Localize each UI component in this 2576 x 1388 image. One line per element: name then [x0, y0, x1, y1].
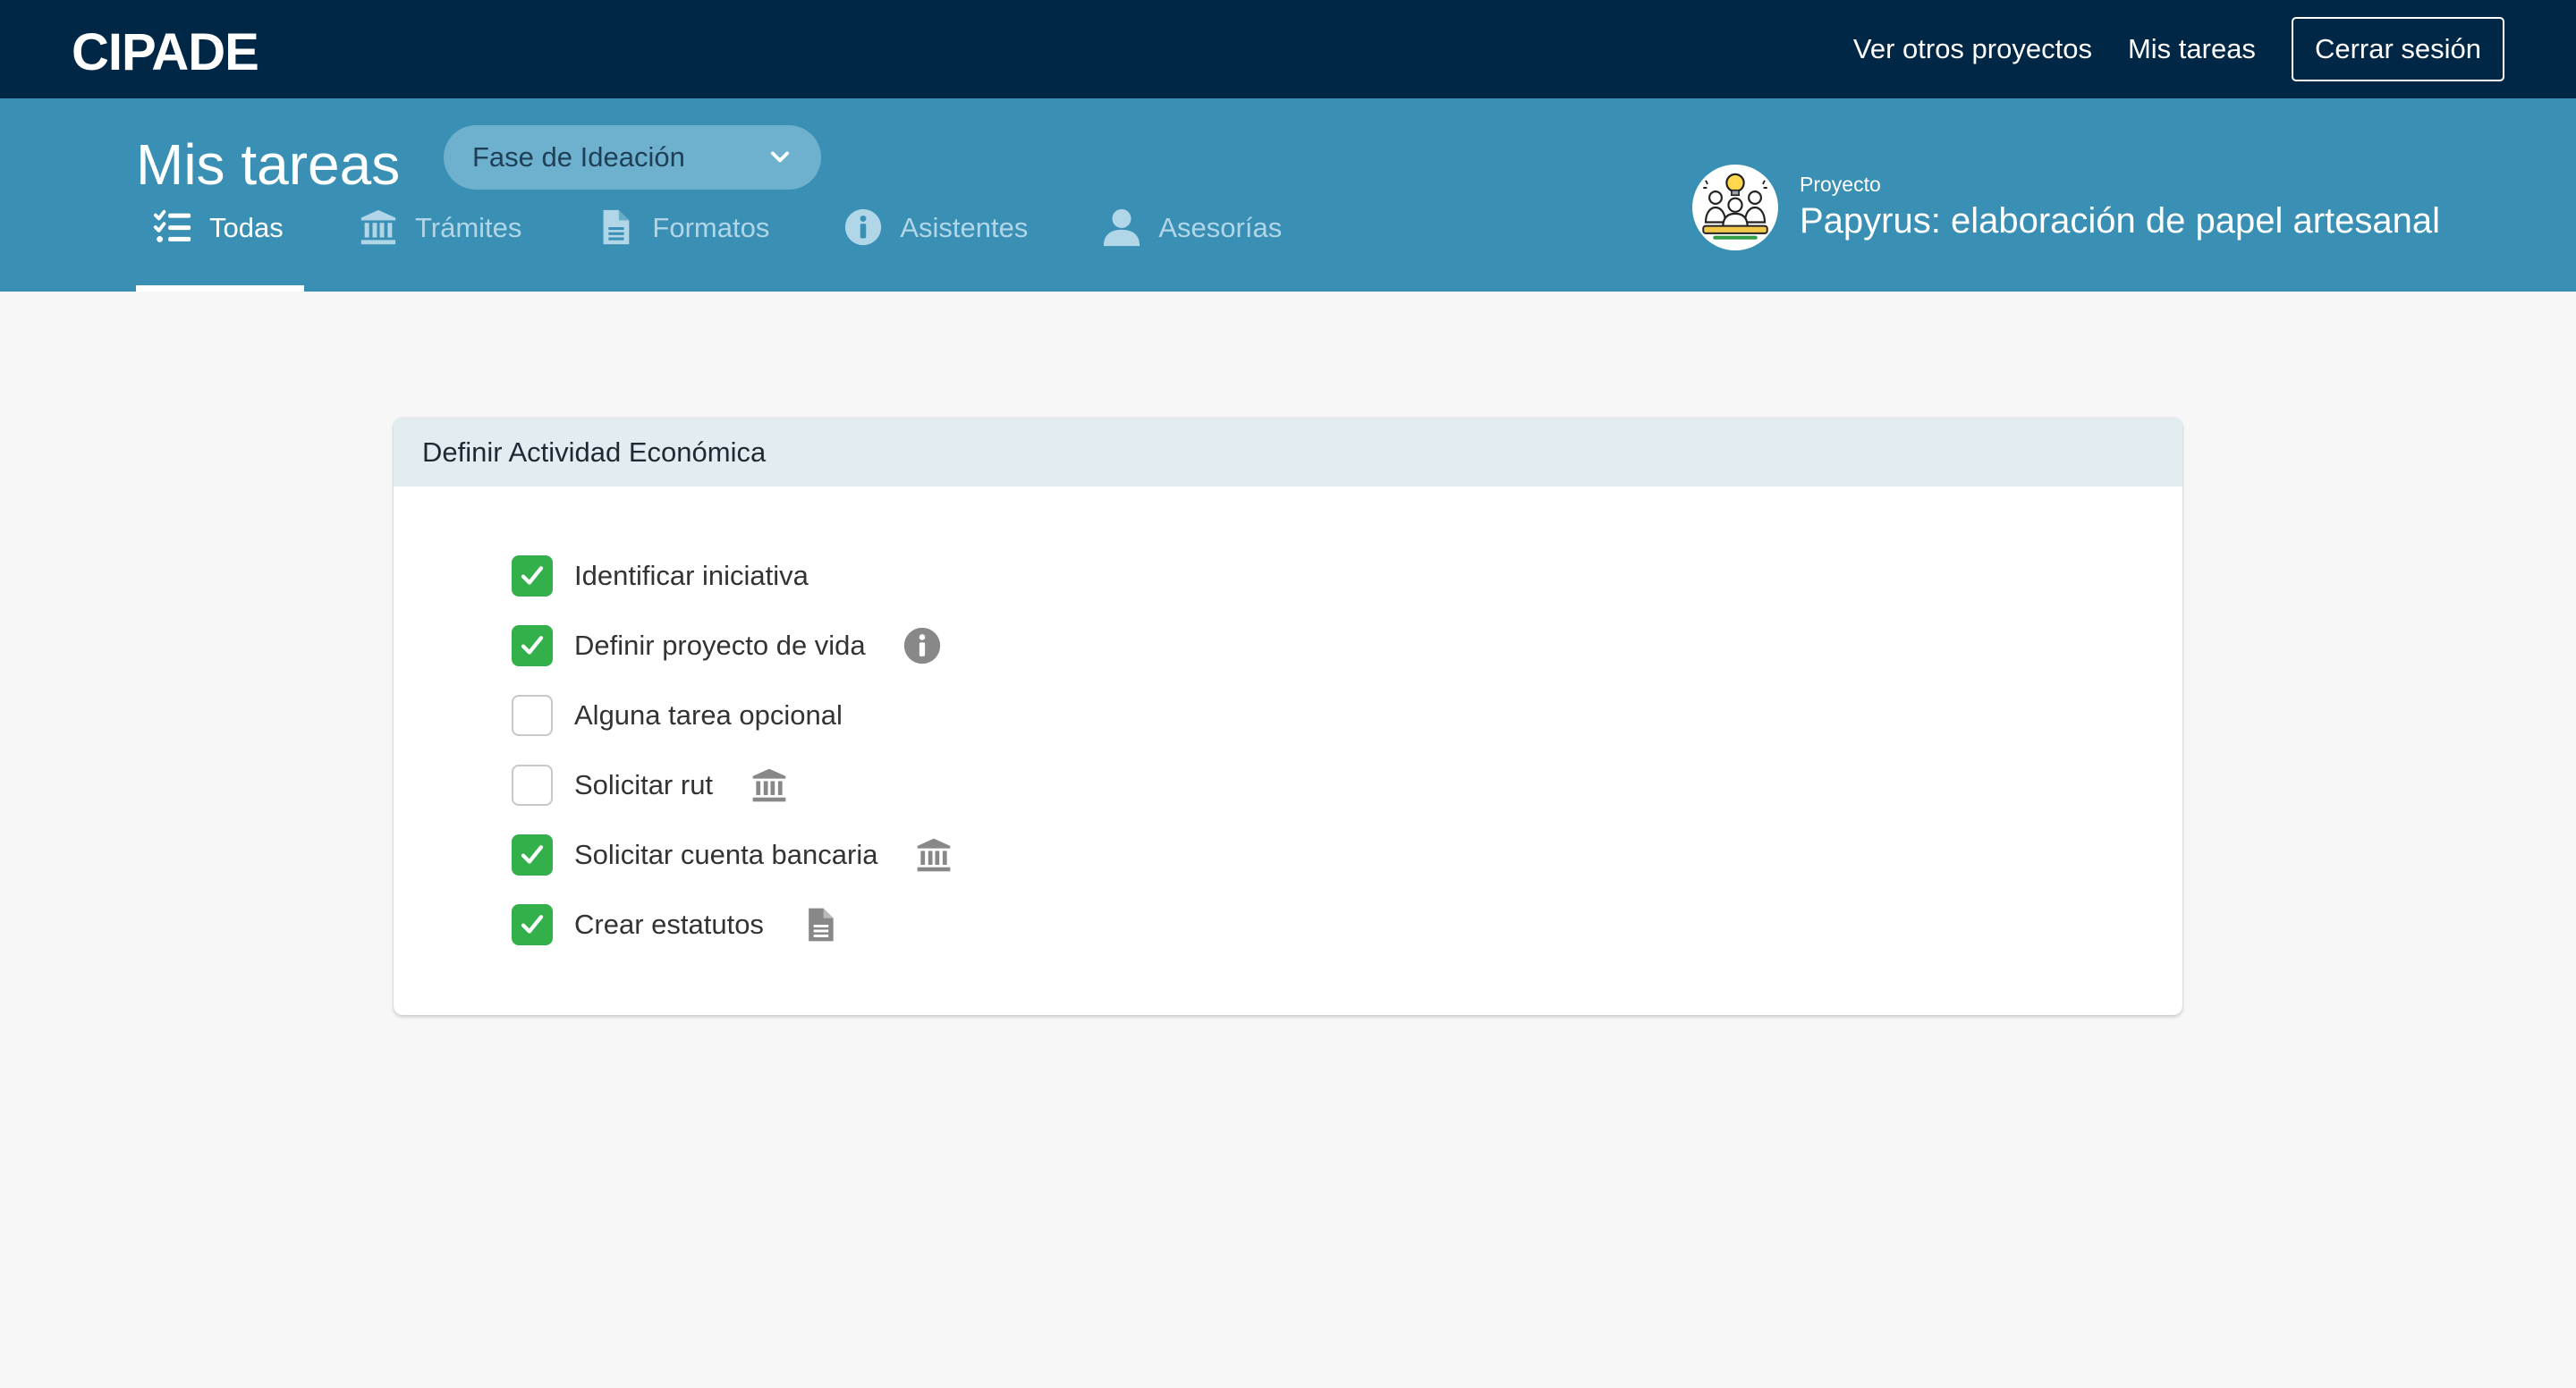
tab-tramites[interactable]: Trámites [340, 209, 539, 292]
task-checkbox[interactable] [512, 765, 553, 806]
checkmark-icon [521, 915, 544, 934]
task-item: Alguna tarea opcional [512, 681, 954, 750]
task-checkbox[interactable] [512, 555, 553, 597]
task-checkbox[interactable] [512, 904, 553, 945]
task-label: Alguna tarea opcional [574, 699, 843, 731]
bank-icon [752, 768, 786, 802]
brand-logo[interactable]: CIPADE [72, 24, 259, 81]
task-procedure-button[interactable] [913, 834, 954, 876]
team-idea-icon [1702, 173, 1768, 240]
tab-todas[interactable]: Todas [136, 209, 304, 292]
page-title: Mis tareas [136, 132, 401, 197]
task-label: Crear estatutos [574, 909, 764, 940]
bank-icon [918, 838, 951, 872]
document-icon [604, 209, 630, 245]
tab-formatos[interactable]: Formatos [577, 209, 787, 292]
tab-asesorias[interactable]: Asesorías [1083, 208, 1300, 292]
tab-label: Todas [209, 212, 284, 243]
bank-icon [360, 209, 396, 245]
info-icon [903, 627, 940, 664]
tab-label: Asesorías [1158, 212, 1283, 243]
checkmark-icon [521, 845, 544, 864]
task-list: Identificar iniciativa Definir proyecto … [512, 541, 954, 960]
tab-label: Formatos [652, 212, 770, 243]
project-label: Proyecto [1800, 173, 1881, 196]
task-group-title: Definir Actividad Económica [394, 418, 2182, 487]
info-icon [845, 208, 882, 246]
task-item: Crear estatutos [512, 890, 954, 960]
phase-select[interactable]: Fase de Ideación [444, 125, 821, 190]
nav-link-other-projects[interactable]: Ver otros proyectos [1853, 33, 2092, 65]
task-label: Solicitar rut [574, 769, 714, 800]
project-name[interactable]: Papyrus: elaboración de papel artesanal [1800, 198, 2440, 244]
task-label: Definir proyecto de vida [574, 630, 866, 661]
user-icon [1104, 208, 1140, 247]
document-icon [809, 908, 834, 942]
nav-link-my-tasks[interactable]: Mis tareas [2128, 33, 2256, 65]
task-item: Identificar iniciativa [512, 541, 954, 611]
task-item: Definir proyecto de vida [512, 611, 954, 681]
tab-label: Trámites [415, 212, 522, 243]
task-item: Solicitar rut [512, 750, 954, 820]
task-checkbox[interactable] [512, 695, 553, 736]
tab-asistentes[interactable]: Asistentes [825, 208, 1046, 292]
task-item: Solicitar cuenta bancaria [512, 820, 954, 890]
current-project: Proyecto Papyrus: elaboración de papel a… [1692, 163, 2440, 252]
logout-button[interactable]: Cerrar sesión [2291, 17, 2504, 81]
task-tabs: Todas Trámites Formatos Asistentes Aseso… [136, 208, 1337, 292]
task-format-button[interactable] [800, 904, 841, 945]
task-info-button[interactable] [902, 625, 943, 666]
top-navbar: CIPADE Ver otros proyectos Mis tareas Ce… [0, 0, 2576, 98]
top-nav-links: Ver otros proyectos Mis tareas Cerrar se… [1818, 17, 2504, 81]
checkmark-icon [521, 636, 544, 655]
page-header: Mis tareas Fase de Ideación Todas Trámit… [0, 98, 2576, 292]
task-checkbox[interactable] [512, 625, 553, 666]
chevron-down-icon [770, 151, 790, 163]
task-label: Identificar iniciativa [574, 560, 809, 591]
checkmark-icon [521, 566, 544, 585]
tasks-list-icon [153, 209, 191, 242]
project-info: Proyecto Papyrus: elaboración de papel a… [1800, 171, 2440, 244]
phase-select-value: Fase de Ideación [472, 141, 685, 173]
task-checkbox[interactable] [512, 834, 553, 876]
task-label: Solicitar cuenta bancaria [574, 839, 878, 870]
tab-label: Asistentes [900, 212, 1029, 243]
task-group-card: Definir Actividad Económica Identificar … [394, 418, 2182, 1015]
project-avatar [1692, 165, 1778, 250]
task-procedure-button[interactable] [749, 765, 790, 806]
